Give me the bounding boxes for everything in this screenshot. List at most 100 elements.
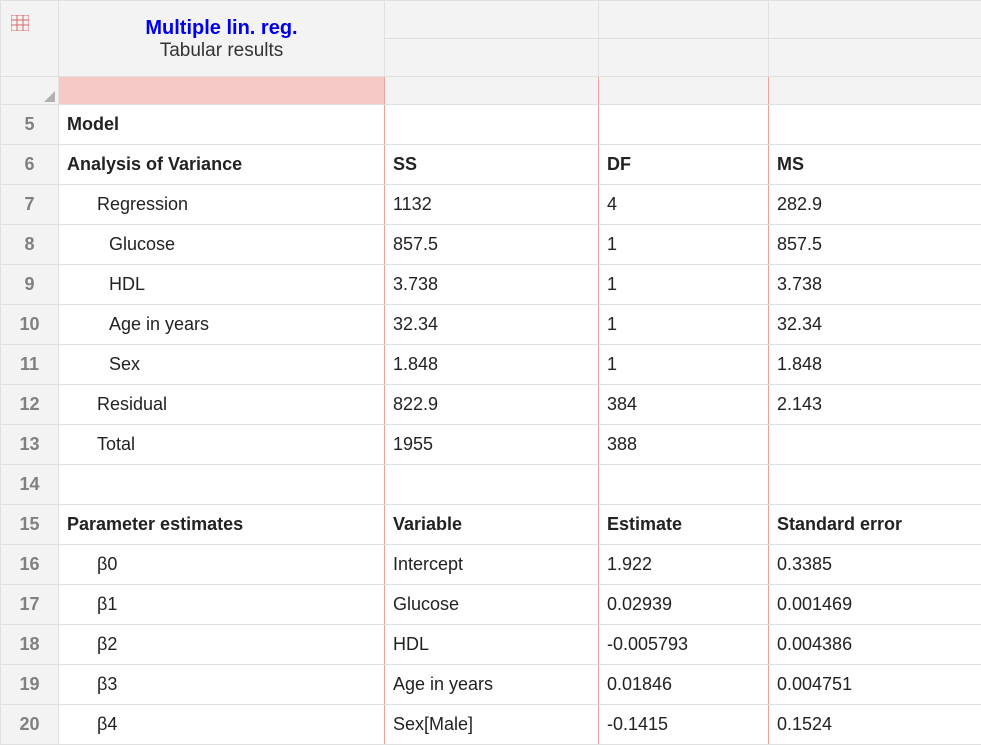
cell-value[interactable] (385, 105, 599, 145)
cell-value[interactable]: 0.004386 (769, 625, 981, 665)
cell-label[interactable]: β0 (59, 545, 385, 585)
cell-value[interactable]: Variable (385, 505, 599, 545)
cell-value[interactable]: 822.9 (385, 385, 599, 425)
row-number[interactable]: 11 (1, 345, 59, 385)
cell-value[interactable]: Intercept (385, 545, 599, 585)
row-number[interactable]: 8 (1, 225, 59, 265)
cell-value[interactable] (769, 105, 981, 145)
cell-label[interactable] (59, 465, 385, 505)
cell-value[interactable]: Estimate (599, 505, 769, 545)
column-header-b[interactable] (385, 77, 599, 105)
cell-value[interactable] (385, 465, 599, 505)
cell-value[interactable]: -0.1415 (599, 705, 769, 745)
cell-value[interactable]: 1 (599, 305, 769, 345)
row-number[interactable]: 16 (1, 545, 59, 585)
cell-value[interactable]: Glucose (385, 585, 599, 625)
cell-value[interactable]: 282.9 (769, 185, 981, 225)
cell-value[interactable]: 1.848 (769, 345, 981, 385)
cell-value[interactable]: 1 (599, 225, 769, 265)
cell-value[interactable]: 1.922 (599, 545, 769, 585)
cell-value[interactable] (769, 465, 981, 505)
cell-label[interactable]: β3 (59, 665, 385, 705)
row-number[interactable]: 5 (1, 105, 59, 145)
cell-value[interactable]: 1132 (385, 185, 599, 225)
cell-value[interactable] (769, 425, 981, 465)
cell-label[interactable]: Analysis of Variance (59, 145, 385, 185)
cell-label[interactable]: Parameter estimates (59, 505, 385, 545)
cell-value[interactable]: 388 (599, 425, 769, 465)
column-header-c[interactable] (599, 77, 769, 105)
cell-value[interactable]: SS (385, 145, 599, 185)
cell-value[interactable]: 2.143 (769, 385, 981, 425)
cell-value[interactable]: 4 (599, 185, 769, 225)
row-number[interactable]: 7 (1, 185, 59, 225)
cell-value[interactable]: MS (769, 145, 981, 185)
cell-value[interactable]: 857.5 (385, 225, 599, 265)
cell-value[interactable]: 1 (599, 265, 769, 305)
cell-value[interactable]: 0.001469 (769, 585, 981, 625)
cell-label[interactable]: Model (59, 105, 385, 145)
cell-label[interactable]: β1 (59, 585, 385, 625)
cell-label[interactable]: β2 (59, 625, 385, 665)
cell-label[interactable]: HDL (59, 265, 385, 305)
cell-value[interactable]: Age in years (385, 665, 599, 705)
cell-value[interactable]: 857.5 (769, 225, 981, 265)
row-number[interactable]: 10 (1, 305, 59, 345)
row-number[interactable]: 14 (1, 465, 59, 505)
cell-label[interactable]: Residual (59, 385, 385, 425)
table-row: 6Analysis of VarianceSSDFMS (1, 145, 981, 185)
cell-value[interactable]: 0.004751 (769, 665, 981, 705)
cell-value[interactable]: DF (599, 145, 769, 185)
table-row: 7Regression11324282.9 (1, 185, 981, 225)
row-number[interactable]: 13 (1, 425, 59, 465)
table-row: 8Glucose857.51857.5 (1, 225, 981, 265)
cell-value[interactable]: Standard error (769, 505, 981, 545)
header-blank (385, 39, 599, 77)
table-row: 9HDL3.73813.738 (1, 265, 981, 305)
row-number[interactable]: 15 (1, 505, 59, 545)
cell-value[interactable]: 3.738 (385, 265, 599, 305)
column-header-a[interactable] (59, 77, 385, 105)
cell-value[interactable]: 1 (599, 345, 769, 385)
select-all-corner[interactable] (1, 77, 59, 105)
row-number[interactable]: 17 (1, 585, 59, 625)
cell-value[interactable]: 32.34 (385, 305, 599, 345)
cell-value[interactable]: 1.848 (385, 345, 599, 385)
cell-value[interactable]: Sex[Male] (385, 705, 599, 745)
table-icon-cell (1, 1, 59, 77)
cell-value[interactable]: 3.738 (769, 265, 981, 305)
cell-label[interactable]: Glucose (59, 225, 385, 265)
cell-label[interactable]: Regression (59, 185, 385, 225)
table-row: 13Total1955388 (1, 425, 981, 465)
row-number[interactable]: 18 (1, 625, 59, 665)
table-row: 12Residual822.93842.143 (1, 385, 981, 425)
header-blank (599, 39, 769, 77)
table-row: 19β3Age in years0.018460.004751 (1, 665, 981, 705)
cell-value[interactable]: 0.01846 (599, 665, 769, 705)
cell-label[interactable]: β4 (59, 705, 385, 745)
cell-value[interactable]: 0.02939 (599, 585, 769, 625)
cell-value[interactable]: 1955 (385, 425, 599, 465)
row-number[interactable]: 12 (1, 385, 59, 425)
cell-label[interactable]: Sex (59, 345, 385, 385)
table-row: 20β4Sex[Male]-0.14150.1524 (1, 705, 981, 745)
cell-value[interactable]: -0.005793 (599, 625, 769, 665)
analysis-title: Multiple lin. reg. (59, 16, 384, 40)
row-number[interactable]: 6 (1, 145, 59, 185)
row-number[interactable]: 20 (1, 705, 59, 745)
row-number[interactable]: 19 (1, 665, 59, 705)
row-number[interactable]: 9 (1, 265, 59, 305)
table-row: 16β0Intercept1.9220.3385 (1, 545, 981, 585)
cell-value[interactable] (599, 105, 769, 145)
cell-value[interactable]: 32.34 (769, 305, 981, 345)
cell-value[interactable]: 0.1524 (769, 705, 981, 745)
cell-label[interactable]: Age in years (59, 305, 385, 345)
cell-label[interactable]: Total (59, 425, 385, 465)
cell-value[interactable]: 0.3385 (769, 545, 981, 585)
cell-value[interactable]: 384 (599, 385, 769, 425)
results-table[interactable]: Multiple lin. reg. Tabular results 5Mode… (0, 0, 981, 745)
table-row: 15Parameter estimatesVariableEstimateSta… (1, 505, 981, 545)
cell-value[interactable]: HDL (385, 625, 599, 665)
column-header-d[interactable] (769, 77, 981, 105)
cell-value[interactable] (599, 465, 769, 505)
